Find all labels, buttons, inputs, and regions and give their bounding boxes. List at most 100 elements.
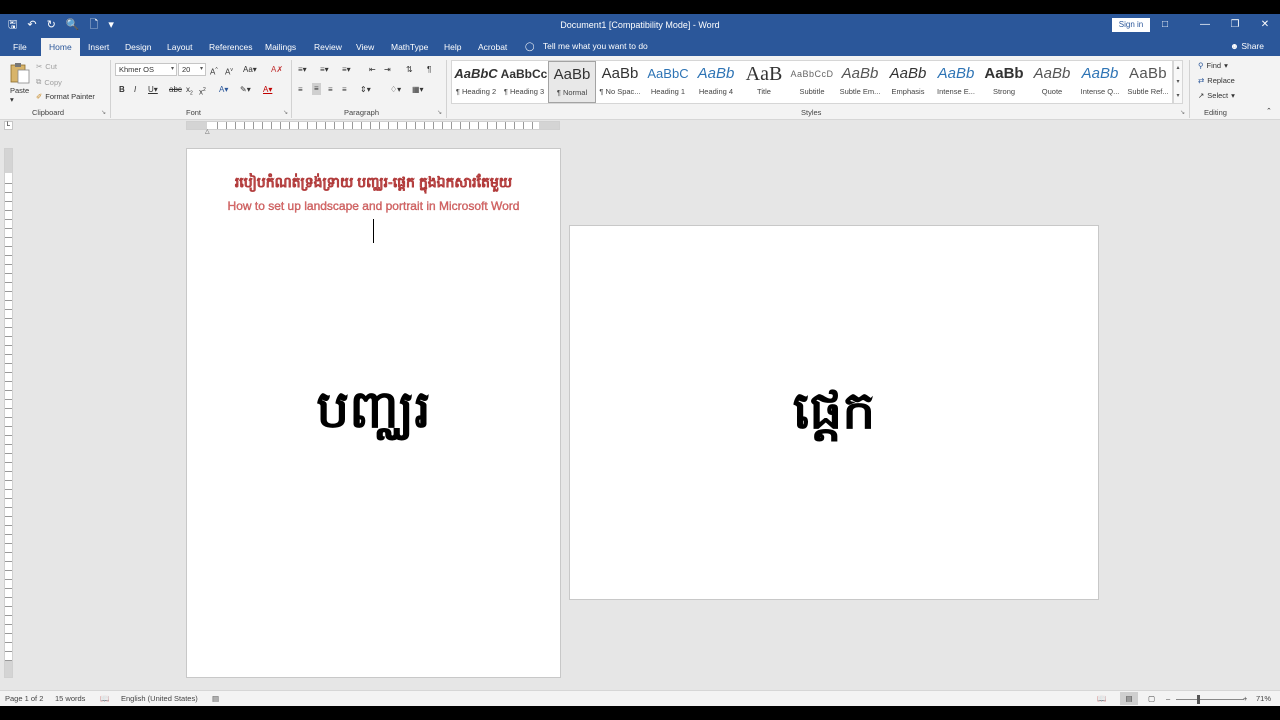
multilevel-list-icon[interactable]: ≡▾ [342,64,351,76]
style-subtle-reference[interactable]: AaBb Subtle Ref... [1124,61,1172,103]
underline-button[interactable]: U▾ [148,84,158,96]
style-strong[interactable]: AaBb Strong [980,61,1028,103]
style-quote[interactable]: AaBb Quote [1028,61,1076,103]
style-title[interactable]: AaB Title [740,61,788,103]
text-effects-icon[interactable]: A▾ [219,84,228,96]
close-button[interactable]: ✕ [1250,14,1280,36]
tell-me-box[interactable]: ◯ Tell me what you want to do [525,41,648,52]
tab-mathtype[interactable]: MathType [387,41,432,56]
zoom-out-icon[interactable]: – [1166,694,1170,703]
sort-icon[interactable]: ⇅ [406,64,413,76]
tab-layout[interactable]: Layout [163,41,197,56]
strikethrough-button[interactable]: abc [169,84,182,96]
grow-font-icon[interactable]: A^ [210,64,218,79]
change-case-icon[interactable]: Aa▾ [243,64,257,76]
align-right-icon[interactable]: ≡ [328,84,333,96]
align-left-icon[interactable]: ≡ [298,84,303,96]
justify-icon[interactable]: ≡ [342,84,347,96]
minimize-button[interactable]: — [1190,14,1220,36]
zoom-in-icon[interactable]: + [1243,694,1247,703]
indent-marker-icon[interactable]: △ [205,128,210,135]
style-subtitle[interactable]: AaBbCcD Subtitle [788,61,836,103]
style-heading-4[interactable]: AaBb Heading 4 [692,61,740,103]
ribbon-display-options-icon[interactable]: □ [1150,14,1180,36]
line-spacing-icon[interactable]: ⇕▾ [360,84,371,96]
tab-file[interactable]: File [9,41,31,56]
format-painter-button[interactable]: ✐ Format Painter [36,92,95,101]
shrink-font-icon[interactable]: Av [225,64,233,79]
tab-review[interactable]: Review [310,41,346,56]
styles-launcher-icon[interactable]: ↘ [1180,109,1185,116]
word-count[interactable]: 15 words [55,694,85,703]
italic-button[interactable]: I [134,84,136,96]
font-name-select[interactable]: Khmer OS ▾ [115,63,177,76]
borders-icon[interactable]: ▦▾ [412,84,424,96]
share-button[interactable]: ☻ Share [1230,41,1264,51]
tab-mailings[interactable]: Mailings [261,41,300,56]
show-formatting-marks-icon[interactable]: ¶ [427,64,431,76]
clear-formatting-icon[interactable]: A✗ [271,64,283,76]
zoom-slider-thumb[interactable] [1197,695,1200,704]
tab-view[interactable]: View [352,41,378,56]
increase-indent-icon[interactable]: ⇥ [384,64,391,76]
portrait-page[interactable]: របៀបកំណត់ទ្រង់ទ្រាយ បញ្ឈរ-ផ្ដេក ក្នុងឯកស… [186,148,561,678]
tab-insert[interactable]: Insert [84,41,113,56]
paste-icon[interactable] [10,62,30,84]
chevron-down-icon[interactable]: ▾ [1174,75,1182,89]
style-no-spacing[interactable]: AaBb ¶ No Spac... [596,61,644,103]
font-size-select[interactable]: 20 ▾ [178,63,206,76]
paste-button[interactable]: Paste ▾ [10,86,29,104]
subscript-button[interactable]: x2 [186,84,193,100]
zoom-slider[interactable] [1176,699,1244,700]
shading-icon[interactable]: ♢▾ [390,84,401,96]
numbering-icon[interactable]: ≡▾ [320,64,329,76]
highlight-color-icon[interactable]: ✎▾ [240,84,251,96]
chevron-up-icon[interactable]: ▴ [1174,61,1182,75]
tab-acrobat[interactable]: Acrobat [474,41,511,56]
font-color-icon[interactable]: A▾ [263,84,272,96]
tab-references[interactable]: References [205,41,256,56]
tab-home[interactable]: Home [41,38,80,56]
style-heading-3[interactable]: AaBbCc ¶ Heading 3 [500,61,548,103]
style-normal[interactable]: AaBb ¶ Normal [548,61,596,103]
superscript-button[interactable]: x2 [199,84,206,99]
paste-dropdown-icon[interactable]: ▾ [10,95,14,104]
style-heading-2[interactable]: AaBbC ¶ Heading 2 [452,61,500,103]
tab-help[interactable]: Help [440,41,465,56]
styles-scroll[interactable]: ▴ ▾ ▾ [1173,60,1183,104]
horizontal-ruler[interactable]: △ [186,121,560,135]
bold-button[interactable]: B [119,84,125,96]
decrease-indent-icon[interactable]: ⇤ [369,64,376,76]
style-heading-1[interactable]: AaBbC Heading 1 [644,61,692,103]
macro-recording-icon[interactable]: ▤ [212,694,219,703]
collapse-ribbon-icon[interactable]: ⌃ [1266,106,1272,118]
tab-design[interactable]: Design [121,41,155,56]
tab-selector[interactable]: L [4,121,13,130]
paragraph-launcher-icon[interactable]: ↘ [437,109,442,116]
landscape-page[interactable]: ផ្ដេក [569,225,1099,600]
web-layout-icon[interactable]: ▢ [1148,694,1155,703]
vertical-ruler[interactable] [4,148,13,678]
sign-in-button[interactable]: Sign in [1112,18,1150,32]
proofing-icon[interactable]: 📖 [100,694,109,703]
language[interactable]: English (United States) [121,694,198,703]
align-center-icon[interactable]: ≡ [312,83,321,95]
style-emphasis[interactable]: AaBb Emphasis [884,61,932,103]
style-intense-emphasis[interactable]: AaBb Intense E... [932,61,980,103]
zoom-level[interactable]: 71% [1256,694,1271,703]
select-button[interactable]: ↗ Select ▾ [1198,91,1235,100]
read-mode-icon[interactable]: 📖 [1097,694,1106,703]
print-layout-icon[interactable]: ▤ [1120,692,1138,705]
copy-button[interactable]: ⧉ Copy [36,77,62,87]
bullets-icon[interactable]: ≡▾ [298,64,307,76]
font-launcher-icon[interactable]: ↘ [283,109,288,116]
cut-button[interactable]: ✂ Cut [36,62,57,71]
page-count[interactable]: Page 1 of 2 [5,694,43,703]
replace-button[interactable]: ⇄ Replace [1198,76,1235,85]
clipboard-launcher-icon[interactable]: ↘ [101,109,106,116]
restore-button[interactable]: ❐ [1220,14,1250,36]
find-button[interactable]: ⚲ Find ▾ [1198,61,1228,70]
style-subtle-emphasis[interactable]: AaBb Subtle Em... [836,61,884,103]
more-styles-icon[interactable]: ▾ [1174,89,1182,103]
style-intense-quote[interactable]: AaBb Intense Q... [1076,61,1124,103]
